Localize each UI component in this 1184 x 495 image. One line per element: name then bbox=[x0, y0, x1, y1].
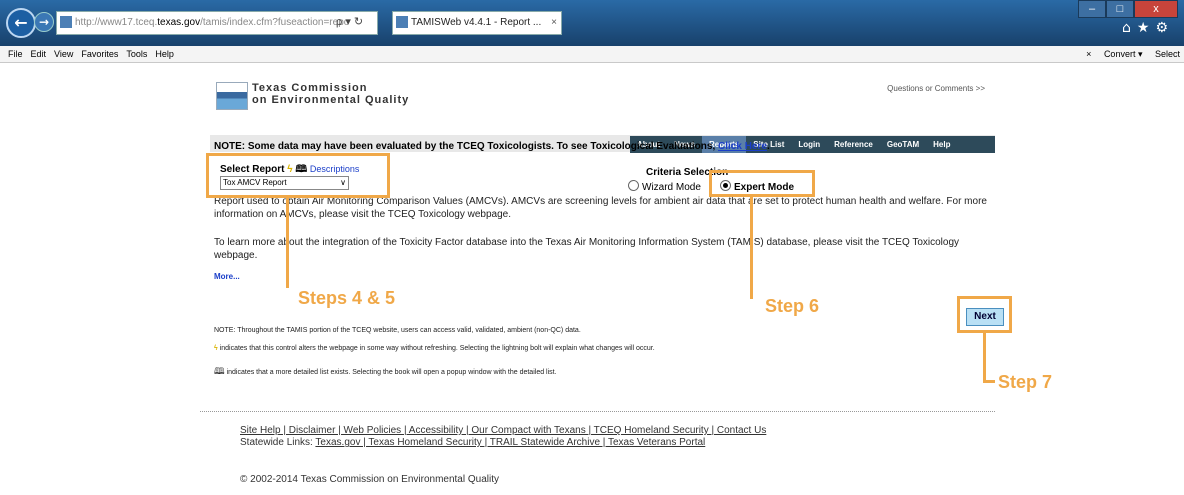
note-prefix: NOTE: bbox=[214, 141, 246, 152]
url-suffix: /tamis/index.cfm?fuseaction=repo bbox=[200, 17, 350, 28]
menu-help[interactable]: Help bbox=[155, 46, 174, 62]
nav-reference[interactable]: Reference bbox=[827, 136, 880, 153]
step6-label: Step 6 bbox=[765, 296, 820, 316]
menu-favorites[interactable]: Favorites bbox=[81, 46, 118, 62]
copyright: © 2002-2014 Texas Commission on Environm… bbox=[240, 474, 499, 485]
tab-favicon-icon bbox=[396, 16, 408, 28]
toolbar-right: × Convert ▾ Select bbox=[1076, 46, 1180, 62]
back-icon[interactable]: ← bbox=[6, 8, 36, 38]
step6-connector bbox=[750, 197, 753, 299]
url-prefix: http://www17.tceq. bbox=[75, 17, 158, 28]
select-button[interactable]: Select bbox=[1155, 49, 1180, 59]
browser-tab[interactable]: TAMISWeb v4.4.1 - Report ... × bbox=[392, 11, 562, 35]
tab-title: TAMISWeb v4.4.1 - Report ... bbox=[411, 17, 542, 28]
report-description: Report used to obtain Air Monitoring Com… bbox=[214, 196, 987, 220]
menu-tools[interactable]: Tools bbox=[126, 46, 147, 62]
footer-divider bbox=[200, 411, 995, 412]
steps45-label: Steps 4 & 5 bbox=[298, 288, 396, 308]
site-logo-text[interactable]: Texas Commission on Environmental Qualit… bbox=[252, 82, 409, 106]
step7-label: Step 7 bbox=[998, 372, 1053, 392]
menu-edit[interactable]: Edit bbox=[31, 46, 47, 62]
favicon-icon bbox=[60, 16, 72, 28]
tamis-note: NOTE: Throughout the TAMIS portion of th… bbox=[214, 327, 581, 334]
tox-note: NOTE: Some data may have been evaluated … bbox=[214, 141, 770, 152]
toolbar-close-icon[interactable]: × bbox=[1086, 49, 1091, 59]
footer-links-text[interactable]: Site Help | Disclaimer | Web Policies | … bbox=[240, 425, 766, 436]
logo-line1: Texas Commission bbox=[252, 82, 368, 94]
note-text: Some data may have been evaluated by the… bbox=[245, 141, 719, 152]
statewide-prefix: Statewide Links: bbox=[240, 437, 316, 448]
home-favorites-settings-icons[interactable]: ⌂★⚙ bbox=[1122, 20, 1174, 36]
book-note-text: indicates that a more detailed list exis… bbox=[226, 369, 557, 376]
window-controls: – □ x bbox=[1078, 0, 1178, 18]
logo-line2: on Environmental Quality bbox=[252, 94, 410, 106]
more-link[interactable]: More... bbox=[214, 272, 240, 281]
steps45-highlight-box bbox=[206, 153, 390, 198]
menu-bar: File Edit View Favorites Tools Help × Co… bbox=[0, 46, 1184, 63]
tab-close-icon[interactable]: × bbox=[551, 12, 557, 34]
click-here-link[interactable]: Click Here bbox=[718, 141, 767, 152]
questions-link[interactable]: Questions or Comments >> bbox=[887, 84, 985, 93]
nav-geotam[interactable]: GeoTAM bbox=[880, 136, 926, 153]
menu-view[interactable]: View bbox=[54, 46, 73, 62]
step6-highlight-box bbox=[709, 170, 815, 197]
url-domain: texas.gov bbox=[157, 17, 201, 28]
lightning-note: ϟ indicates that this control alters the… bbox=[214, 345, 655, 352]
step7-connector bbox=[983, 333, 986, 383]
statewide-links-text[interactable]: Texas.gov | Texas Homeland Security | TR… bbox=[315, 437, 705, 448]
site-header: Texas Commission on Environmental Qualit… bbox=[210, 80, 995, 136]
browser-title-bar: ← → http://www17.tceq.texas.gov/tamis/in… bbox=[0, 0, 1184, 46]
minimize-icon[interactable]: – bbox=[1078, 0, 1106, 18]
convert-button[interactable]: Convert ▾ bbox=[1104, 49, 1143, 59]
statewide-links: Statewide Links: Texas.gov | Texas Homel… bbox=[240, 437, 705, 448]
wizard-mode-radio[interactable]: Wizard Mode bbox=[628, 180, 701, 193]
step7-highlight-box bbox=[957, 296, 1012, 333]
integration-description: To learn more about the integration of t… bbox=[214, 237, 960, 261]
book-note: 🕮 indicates that a more detailed list ex… bbox=[214, 364, 557, 380]
menu-file[interactable]: File bbox=[8, 46, 23, 62]
maximize-icon[interactable]: □ bbox=[1106, 0, 1134, 18]
lightning-note-text: indicates that this control alters the w… bbox=[219, 345, 655, 352]
book-icon: 🕮 bbox=[214, 366, 225, 376]
lightning-bolt-icon: ϟ bbox=[214, 345, 218, 352]
note-suffix: . bbox=[766, 141, 770, 152]
step7-connector-h bbox=[983, 380, 995, 383]
forward-icon[interactable]: → bbox=[34, 12, 54, 32]
footer-links: Site Help | Disclaimer | Web Policies | … bbox=[240, 425, 766, 436]
wizard-mode-label: Wizard Mode bbox=[642, 182, 701, 193]
nav-help[interactable]: Help bbox=[926, 136, 957, 153]
nav-login[interactable]: Login bbox=[791, 136, 827, 153]
wizard-radio-icon[interactable] bbox=[628, 180, 639, 191]
close-icon[interactable]: x bbox=[1134, 0, 1178, 18]
steps45-connector bbox=[286, 198, 289, 288]
address-tools[interactable]: ρ ▾ ↻ bbox=[336, 11, 392, 33]
tceq-logo-icon[interactable] bbox=[216, 82, 248, 110]
address-bar[interactable]: http://www17.tceq.texas.gov/tamis/index.… bbox=[56, 11, 378, 35]
